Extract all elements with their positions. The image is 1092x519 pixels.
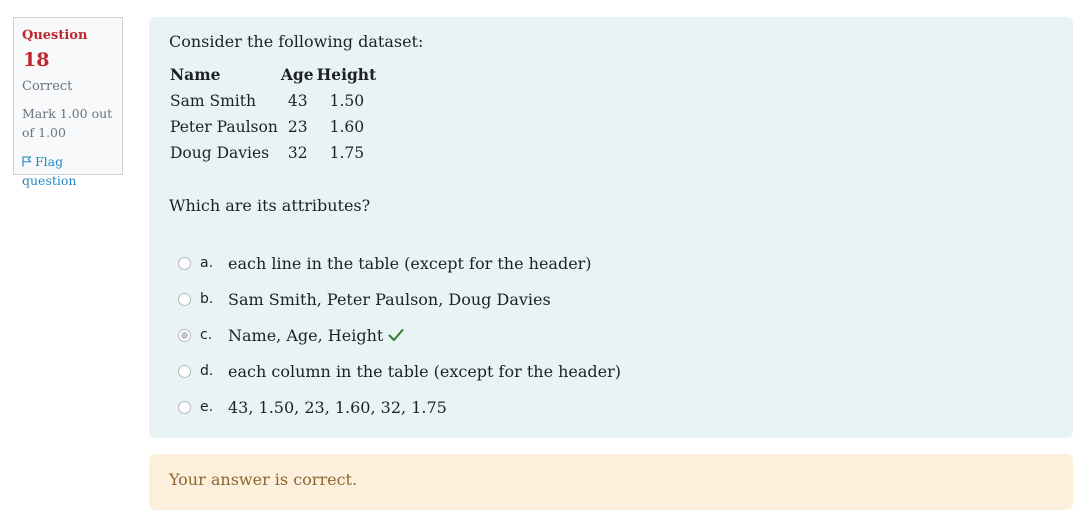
check-icon bbox=[388, 329, 404, 341]
table-cell-height: 1.50 bbox=[329, 92, 365, 110]
radio-button[interactable] bbox=[178, 292, 191, 306]
table-header-age: Age bbox=[280, 65, 314, 84]
radio-button-selected[interactable] bbox=[178, 328, 191, 342]
question-intro: Consider the following dataset: bbox=[169, 32, 424, 51]
table-header-height: Height bbox=[316, 65, 377, 84]
table-cell-age: 32 bbox=[287, 144, 308, 162]
question-heading: Question 18 bbox=[22, 24, 114, 75]
flag-question-link[interactable]: Flag question bbox=[22, 152, 114, 190]
answer-text: each column in the table (except for the… bbox=[228, 361, 622, 381]
answer-options: a. each line in the table (except for th… bbox=[169, 245, 1053, 425]
answer-option-e[interactable]: e. 43, 1.50, 23, 1.60, 32, 1.75 bbox=[169, 389, 1053, 425]
table-cell-name: Sam Smith bbox=[170, 92, 256, 110]
question-state: Correct bbox=[22, 79, 73, 94]
answer-letter: d. bbox=[200, 363, 214, 379]
answer-text: Name, Age, Height bbox=[228, 325, 384, 345]
table-cell-age: 43 bbox=[287, 92, 308, 110]
question-formulation: Consider the following dataset: Name Age… bbox=[149, 17, 1073, 438]
answer-text: 43, 1.50, 23, 1.60, 32, 1.75 bbox=[228, 397, 447, 417]
answer-option-d[interactable]: d. each column in the table (except for … bbox=[169, 353, 1053, 389]
radio-button[interactable] bbox=[178, 256, 191, 270]
feedback-box: Your answer is correct. bbox=[149, 454, 1073, 510]
answer-option-c[interactable]: c. Name, Age, Height bbox=[169, 317, 1053, 353]
question-prompt: Which are its attributes? bbox=[169, 196, 371, 215]
radio-button[interactable] bbox=[178, 364, 191, 378]
flag-icon bbox=[22, 156, 32, 167]
answer-option-a[interactable]: a. each line in the table (except for th… bbox=[169, 245, 1053, 281]
answer-option-b[interactable]: b. Sam Smith, Peter Paulson, Doug Davies bbox=[169, 281, 1053, 317]
table-row: Peter Paulson 23 1.60 bbox=[169, 118, 378, 144]
dataset-table: Name Age Height Sam Smith 43 1.50 Peter … bbox=[169, 65, 378, 170]
table-header-row: Name Age Height bbox=[169, 65, 378, 92]
question-label: Question bbox=[22, 28, 88, 43]
table-cell-age: 23 bbox=[287, 118, 308, 136]
answer-text: each line in the table (except for the h… bbox=[228, 253, 592, 273]
question-grade: Mark 1.00 out of 1.00 bbox=[22, 106, 113, 140]
table-cell-name: Peter Paulson bbox=[170, 118, 278, 136]
answer-letter: c. bbox=[200, 327, 213, 343]
question-info-panel: Question 18 Correct Mark 1.00 out of 1.0… bbox=[13, 17, 123, 188]
answer-letter: b. bbox=[200, 291, 214, 307]
question-number: 18 bbox=[23, 49, 50, 71]
table-row: Sam Smith 43 1.50 bbox=[169, 92, 378, 118]
table-cell-height: 1.60 bbox=[329, 118, 365, 136]
radio-button[interactable] bbox=[178, 400, 191, 414]
feedback-text: Your answer is correct. bbox=[169, 470, 358, 489]
answer-text: Sam Smith, Peter Paulson, Doug Davies bbox=[228, 289, 551, 309]
answer-letter: a. bbox=[200, 255, 214, 271]
table-row: Doug Davies 32 1.75 bbox=[169, 144, 378, 170]
table-cell-height: 1.75 bbox=[329, 144, 365, 162]
answer-letter: e. bbox=[200, 399, 214, 415]
table-header-name: Name bbox=[170, 65, 221, 84]
table-cell-name: Doug Davies bbox=[170, 144, 270, 162]
